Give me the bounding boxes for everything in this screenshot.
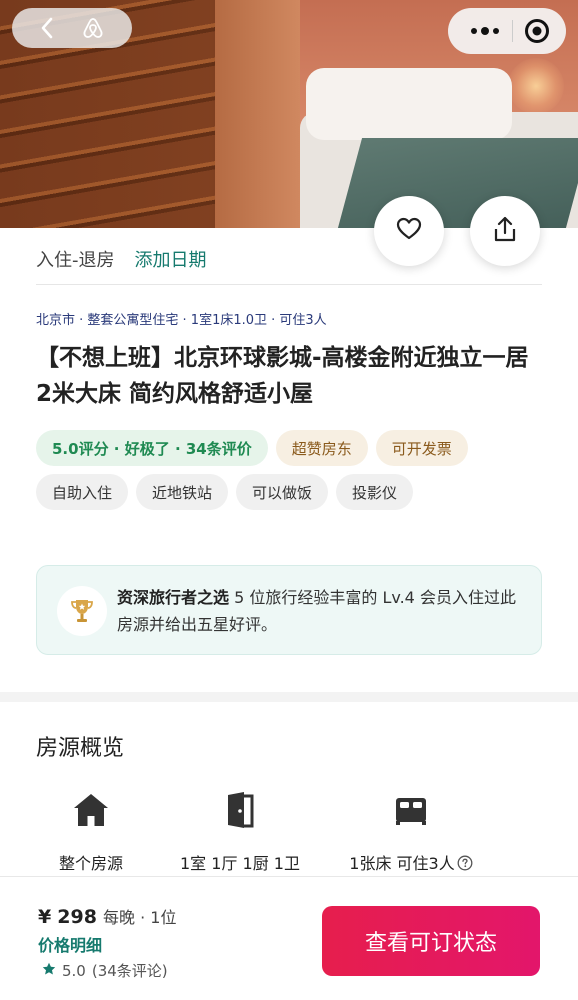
bed-icon (336, 788, 486, 832)
feature-label: 1室 1厅 1厨 1卫 (180, 854, 300, 873)
tag-projector: 投影仪 (336, 474, 414, 510)
price-detail-link[interactable]: 价格明细 (38, 932, 102, 956)
target-icon[interactable] (524, 18, 550, 44)
tag-self-checkin: 自助入住 (36, 474, 129, 510)
favorite-button[interactable] (374, 196, 444, 266)
divider (36, 284, 542, 285)
checkin-checkout-label: 入住-退房 (36, 250, 115, 271)
capsule-divider (511, 20, 513, 42)
listing-tags: 5.0评分 · 好极了 · 34条评价 超赞房东 可开发票 自助入住 近地铁站 … (36, 430, 556, 510)
price-currency: ¥ (38, 906, 52, 928)
rating-score: 5.0 (62, 961, 86, 980)
question-circle-icon[interactable] (457, 855, 473, 875)
airbnb-logo-icon[interactable] (82, 16, 104, 40)
chevron-left-icon[interactable] (40, 17, 54, 39)
traveler-choice-card[interactable]: 资深旅行者之选 5 位旅行经验丰富的 Lv.4 会员入住过此房源并给出五星好评。 (36, 565, 542, 655)
check-availability-button[interactable]: 查看可订状态 (322, 906, 540, 976)
trophy-icon (57, 586, 107, 636)
tag-invoice: 可开发票 (375, 430, 468, 466)
share-icon (492, 215, 518, 247)
price-unit: 每晚 · 1位 (103, 908, 177, 927)
house-icon (36, 788, 146, 832)
nav-pill (12, 8, 132, 48)
door-icon (170, 788, 310, 832)
tag-near-subway: 近地铁站 (136, 474, 229, 510)
photo-pillow (306, 68, 512, 140)
price-value: 298 (57, 906, 97, 928)
mini-program-capsule (448, 8, 566, 54)
tag-superhost: 超赞房东 (275, 430, 368, 466)
feature-label-text: 1张床 可住3人 (349, 854, 455, 873)
rating-summary[interactable]: 5.0 (34条评论) (42, 960, 168, 981)
feature-label: 整个房源 (58, 854, 123, 873)
photo-door (215, 0, 300, 228)
traveler-choice-title: 资深旅行者之选 (117, 588, 230, 607)
feature-label: 1张床 可住3人 (336, 850, 486, 875)
feature-beds: 1张床 可住3人 (336, 788, 486, 875)
feature-entire-place: 整个房源 (36, 788, 146, 874)
tag-kitchen: 可以做饭 (236, 474, 329, 510)
rating-tag[interactable]: 5.0评分 · 好极了 · 34条评价 (36, 430, 268, 466)
section-separator (0, 692, 578, 702)
star-icon (42, 962, 56, 980)
listing-title: 【不想上班】北京环球影城-高楼金附近独立一居 2米大床 简约风格舒适小屋 (36, 345, 529, 407)
rating-count: (34条评论) (91, 962, 168, 980)
photo-blanket (337, 138, 578, 228)
feature-rooms: 1室 1厅 1厨 1卫 (170, 788, 310, 874)
more-dots-icon[interactable] (470, 27, 500, 35)
overview-title: 房源概览 (36, 736, 125, 761)
add-dates-link[interactable]: 添加日期 (135, 246, 207, 272)
listing-meta: 北京市 · 整套公寓型住宅 · 1室1床1.0卫 · 可住3人 (36, 313, 327, 328)
heart-icon (396, 217, 422, 245)
photo-lamp (508, 58, 564, 114)
traveler-choice-text: 资深旅行者之选 5 位旅行经验丰富的 Lv.4 会员入住过此房源并给出五星好评。 (117, 584, 525, 638)
price-line: ¥ 298 每晚 · 1位 (38, 904, 176, 928)
share-button[interactable] (470, 196, 540, 266)
date-selector[interactable]: 入住-退房 添加日期 (36, 246, 207, 272)
